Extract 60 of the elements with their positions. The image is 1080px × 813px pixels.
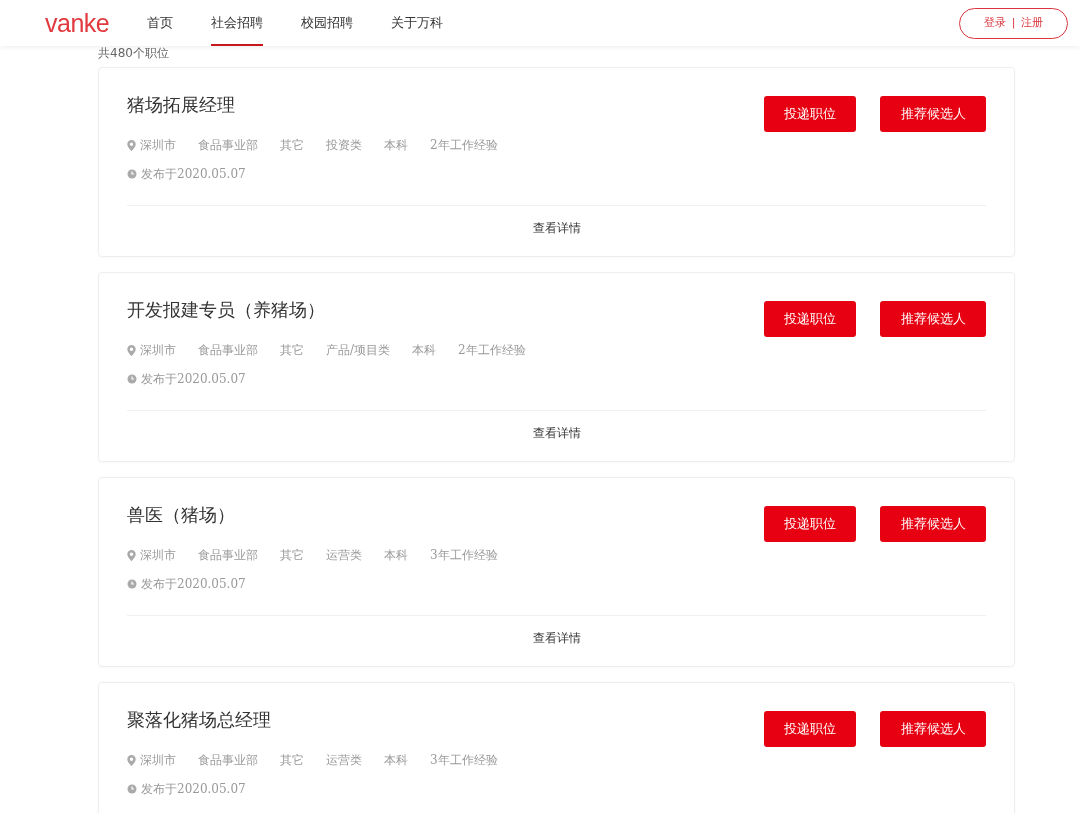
apply-button[interactable]: 投递职位 [764,96,856,132]
clock-icon [127,169,137,179]
job-tag: 运营类 [326,546,362,564]
job-city: 深圳市 [140,752,176,769]
job-tag: 其它 [280,751,304,769]
job-title: 开发报建专员（养猪场） [127,298,326,322]
clock-icon [127,784,137,794]
job-tag: 本科 [384,136,408,154]
job-city: 深圳市 [140,547,176,564]
separator: | [1011,14,1016,31]
recommend-button[interactable]: 推荐候选人 [880,96,986,132]
details-link[interactable]: 查看详情 [127,219,986,237]
recommend-button[interactable]: 推荐候选人 [880,711,986,747]
job-tag: 其它 [280,136,304,154]
nav-tab[interactable]: 社会招聘 [211,0,264,46]
job-tag: 2年工作经验 [430,136,498,154]
details-link[interactable]: 查看详情 [127,629,986,647]
job-tag: 食品事业部 [198,546,258,564]
job-city: 深圳市 [140,137,176,154]
job-tag: 运营类 [326,751,362,769]
apply-button[interactable]: 投递职位 [764,506,856,542]
location-pin-icon [127,344,136,356]
job-tag: 3年工作经验 [430,546,498,564]
job-tag: 投资类 [326,136,362,154]
job-count: 共480个职位 [98,46,170,60]
register-link[interactable]: 注册 [1021,14,1044,32]
login-link[interactable]: 登录 [983,14,1006,32]
job-tag: 本科 [384,546,408,564]
job-tag: 食品事业部 [198,751,258,769]
details-link[interactable]: 查看详情 [127,424,986,442]
post-date: 发布于2020.05.07 [141,166,246,183]
nav-tab[interactable]: 校园招聘 [301,0,354,46]
apply-button[interactable]: 投递职位 [764,301,856,337]
post-date: 发布于2020.05.07 [141,781,246,798]
recommend-button[interactable]: 推荐候选人 [880,506,986,542]
job-tag: 3年工作经验 [430,751,498,769]
post-date: 发布于2020.05.07 [141,371,246,388]
clock-icon [127,579,137,589]
location-pin-icon [127,754,136,766]
job-tag: 产品/项目类 [326,341,391,359]
job-tag: 其它 [280,341,304,359]
job-tag: 食品事业部 [198,341,258,359]
post-date: 发布于2020.05.07 [141,576,246,593]
job-city: 深圳市 [140,342,176,359]
job-tag: 食品事业部 [198,136,258,154]
job-title: 聚落化猪场总经理 [127,708,272,732]
logo[interactable]: vanke [45,10,110,36]
job-tag: 其它 [280,546,304,564]
location-pin-icon [127,139,136,151]
nav-tab[interactable]: 首页 [147,0,174,46]
recommend-button[interactable]: 推荐候选人 [880,301,986,337]
clock-icon [127,374,137,384]
job-tag: 2年工作经验 [458,341,526,359]
apply-button[interactable]: 投递职位 [764,711,856,747]
job-tag: 本科 [412,341,437,359]
nav-tab[interactable]: 关于万科 [391,0,444,46]
job-title: 猪场拓展经理 [127,93,236,117]
job-tag: 本科 [384,751,408,769]
location-pin-icon [127,549,136,561]
job-title: 兽医（猪场） [127,503,236,527]
